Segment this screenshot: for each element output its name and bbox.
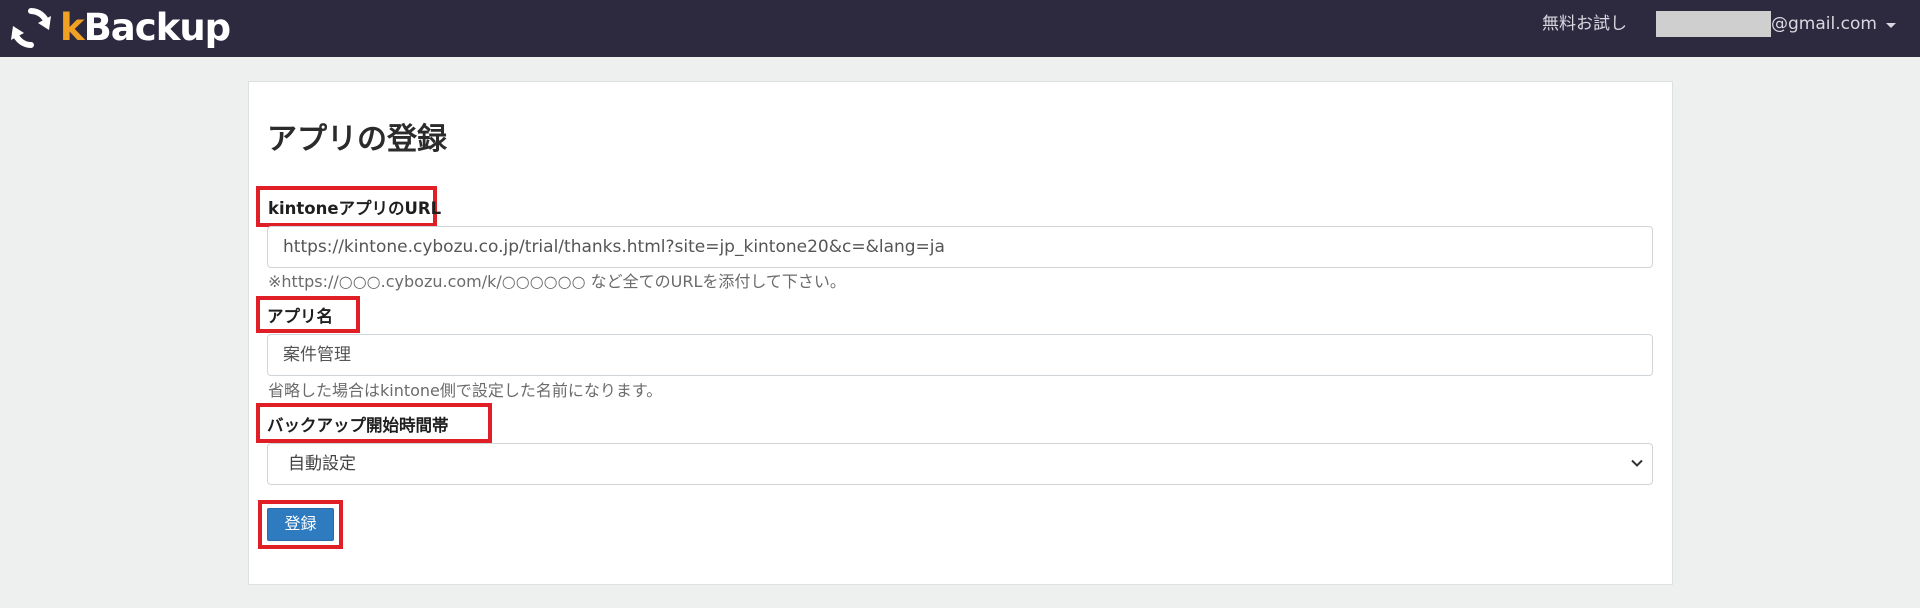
- register-button[interactable]: 登録: [267, 508, 334, 541]
- url-help-text: ※https://○○○.cybozu.com/k/○○○○○○ など全てのUR…: [268, 272, 846, 291]
- redacted-email-username: [1656, 11, 1771, 37]
- top-navbar: kBackup 無料お試し @gmail.com: [0, 0, 1920, 57]
- form-panel: [248, 81, 1673, 585]
- chevron-down-icon: [1631, 459, 1643, 467]
- free-trial-link[interactable]: 無料お試し: [1542, 13, 1627, 35]
- app-url-input[interactable]: https://kintone.cybozu.co.jp/trial/thank…: [267, 226, 1653, 268]
- backup-time-select[interactable]: 自動設定: [267, 443, 1653, 485]
- app-name-label: アプリ名: [267, 307, 333, 326]
- user-email-domain: @gmail.com: [1771, 14, 1877, 34]
- kbackup-logo[interactable]: kBackup: [8, 3, 232, 53]
- app-name-help-text: 省略した場合はkintone側で設定した名前になります。: [268, 381, 663, 400]
- logo-wordmark: kBackup: [60, 3, 232, 53]
- app-name-input[interactable]: 案件管理: [267, 334, 1653, 376]
- backup-time-selected-value: 自動設定: [288, 454, 356, 474]
- sync-arrows-icon: [11, 8, 51, 48]
- backup-time-label: バックアップ開始時間帯: [267, 416, 449, 435]
- logo-k: k: [60, 6, 85, 49]
- page-title: アプリの登録: [267, 122, 447, 157]
- user-menu-dropdown[interactable]: @gmail.com: [1656, 10, 1896, 38]
- caret-down-icon: [1885, 22, 1896, 28]
- url-label: kintoneアプリのURL: [268, 199, 442, 218]
- logo-rest: Backup: [83, 6, 232, 49]
